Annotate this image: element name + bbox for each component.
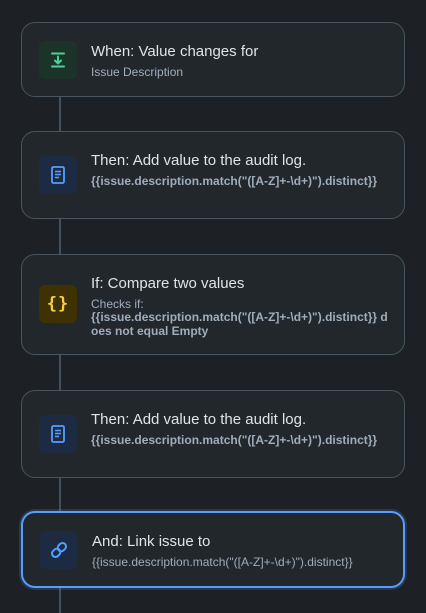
step-title: Then: Add value to the audit log.	[91, 152, 307, 169]
flow-connector	[59, 96, 61, 132]
step-subtitle: Issue Description	[91, 65, 184, 79]
flow-connector	[59, 477, 61, 512]
curly-braces-icon: {}	[39, 285, 77, 323]
step-title: If: Compare two values	[91, 275, 245, 292]
step-expression: {{issue.description.match("([A-Z]+-\d+)"…	[91, 174, 378, 188]
flow-connector	[59, 218, 61, 255]
step-expression: {{issue.description.match("([A-Z]+-\d+)"…	[91, 433, 378, 447]
step-subtitle: Checks if:	[91, 297, 144, 311]
link-icon	[40, 531, 78, 569]
rule-step-condition[interactable]: {} If: Compare two values Checks if: {{i…	[21, 254, 405, 355]
step-expression: {{issue.description.match("([A-Z]+-\d+)"…	[91, 310, 388, 338]
flow-connector	[59, 587, 61, 613]
document-icon	[39, 156, 77, 194]
step-title: Then: Add value to the audit log.	[91, 411, 307, 428]
rule-step-audit-log[interactable]: Then: Add value to the audit log. {{issu…	[21, 131, 405, 219]
rule-step-trigger[interactable]: When: Value changes for Issue Descriptio…	[21, 22, 405, 97]
step-title: And: Link issue to	[92, 533, 211, 550]
step-expression: {{issue.description.match("([A-Z]+-\d+)"…	[92, 555, 353, 569]
download-icon	[39, 41, 77, 79]
rule-step-link-issue[interactable]: And: Link issue to {{issue.description.m…	[21, 511, 405, 588]
flow-connector	[59, 355, 61, 391]
document-icon	[39, 415, 77, 453]
step-title: When: Value changes for	[91, 43, 259, 60]
rule-step-audit-log[interactable]: Then: Add value to the audit log. {{issu…	[21, 390, 405, 478]
